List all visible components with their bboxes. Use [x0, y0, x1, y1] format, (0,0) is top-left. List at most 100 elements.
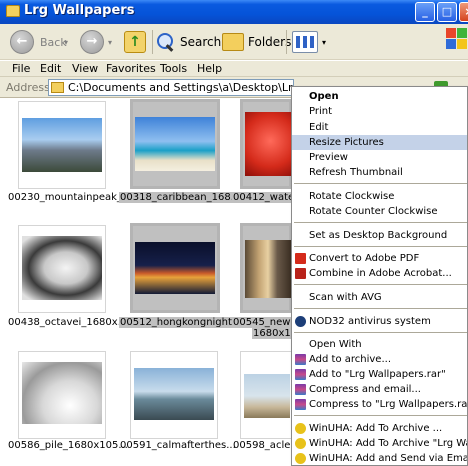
winrar-icon	[295, 354, 306, 365]
folders-button[interactable]: Folders	[222, 28, 291, 56]
menu-item-label: Compress to "Lrg Wallpapers.rar" and ema…	[309, 399, 468, 410]
thumbnail-hongkongnight[interactable]	[130, 223, 220, 313]
abstract-image	[22, 236, 102, 300]
back-button[interactable]: ← Back	[10, 28, 67, 56]
menu-item-label: Combine in Adobe Acrobat...	[309, 268, 452, 279]
menu-item-edit[interactable]: Edit	[292, 120, 467, 135]
search-icon	[156, 32, 176, 52]
menu-item-combine-acrobat[interactable]: Combine in Adobe Acrobat...	[292, 266, 467, 281]
thumbnail-water[interactable]	[240, 99, 292, 189]
views-dropdown-icon[interactable]: ▾	[322, 38, 326, 47]
menu-item-add-to-archive[interactable]: Add to archive...	[292, 352, 467, 367]
menu-bar: File Edit View Favorites Tools Help	[0, 61, 468, 77]
menu-tools[interactable]: Tools	[160, 62, 187, 75]
search-label: Search	[180, 35, 222, 49]
menu-item-refresh-thumbnail[interactable]: Refresh Thumbnail	[292, 165, 467, 180]
nod32-icon	[295, 316, 306, 327]
menu-item-label: WinUHA: Add and Send via Email ...	[309, 453, 467, 464]
menu-item-label: Open With	[309, 339, 362, 350]
menu-file[interactable]: File	[12, 62, 30, 75]
forward-arrow-icon: →	[80, 30, 104, 54]
menu-item-winuha-add-named[interactable]: WinUHA: Add To Archive "Lrg Wallpapers.u…	[292, 436, 467, 451]
mountain-image	[22, 118, 102, 172]
folder-icon	[6, 5, 20, 17]
menu-item-print[interactable]: Print	[292, 104, 467, 119]
menu-view[interactable]: View	[72, 62, 98, 75]
forward-dropdown-icon[interactable]: ▾	[108, 38, 112, 47]
thumbnail-octavei[interactable]	[18, 225, 106, 313]
thumbnail-pile[interactable]	[18, 351, 106, 439]
search-button[interactable]: Search	[156, 28, 221, 56]
menu-item-preview[interactable]: Preview	[292, 150, 467, 165]
winuha-icon	[295, 438, 306, 449]
menu-item-label: Scan with AVG	[309, 292, 382, 303]
menu-item-label: Add to "Lrg Wallpapers.rar"	[309, 369, 446, 380]
winrar-icon	[295, 399, 306, 410]
close-button[interactable]: ×	[459, 2, 468, 22]
minimize-button[interactable]: _	[415, 2, 435, 22]
address-input[interactable]: C:\Documents and Settings\a\Desktop\Lrg …	[48, 79, 294, 96]
thumbnail-calmafterthestorm[interactable]	[130, 351, 218, 439]
menu-item-winuha-add[interactable]: WinUHA: Add To Archive ...	[292, 421, 467, 436]
menu-item-add-to-rar[interactable]: Add to "Lrg Wallpapers.rar"	[292, 367, 467, 382]
toolbar-divider	[152, 30, 153, 54]
menu-item-label: Print	[309, 106, 333, 117]
folders-icon	[222, 33, 244, 51]
menu-item-set-desktop-background[interactable]: Set as Desktop Background	[292, 228, 467, 243]
views-button[interactable]	[292, 28, 318, 56]
menu-item-open-with[interactable]: Open With	[292, 337, 467, 352]
menu-item-label: Rotate Counter Clockwise	[309, 206, 438, 217]
menu-item-winuha-email[interactable]: WinUHA: Add and Send via Email ...	[292, 451, 467, 465]
toolbar: ← Back ▾ → ▾ ↑ Search Folders ▾	[0, 24, 468, 60]
menu-item-convert-to-pdf[interactable]: Convert to Adobe PDF	[292, 251, 467, 266]
thumbnail-newyork[interactable]	[240, 223, 292, 313]
up-folder-icon: ↑	[124, 31, 146, 53]
menu-item-nod32[interactable]: NOD32 antivirus system	[292, 314, 467, 329]
file-caption[interactable]: 00591_calmafterthes...	[119, 440, 237, 451]
menu-item-label: Convert to Adobe PDF	[309, 253, 420, 264]
winrar-icon	[295, 369, 306, 380]
menu-favorites[interactable]: Favorites	[106, 62, 156, 75]
back-dropdown-icon[interactable]: ▾	[64, 38, 68, 47]
menu-item-compress-email[interactable]: Compress and email...	[292, 382, 467, 397]
maximize-button[interactable]: □	[437, 2, 457, 22]
file-caption[interactable]: 00412_water	[232, 192, 291, 203]
menu-item-label: Preview	[309, 152, 348, 163]
adobe-pdf-icon	[295, 253, 306, 264]
shore-image	[244, 374, 290, 418]
window-title: Lrg Wallpapers	[24, 3, 135, 18]
file-caption-second-line[interactable]: 1680x10	[252, 328, 291, 339]
menu-separator	[294, 332, 467, 333]
abstract-image	[22, 362, 102, 424]
menu-item-rotate-clockwise[interactable]: Rotate Clockwise	[292, 189, 467, 204]
menu-help[interactable]: Help	[197, 62, 222, 75]
file-caption[interactable]: 00230_mountainpeak_...	[7, 192, 132, 203]
file-caption[interactable]: 00512_hongkongnight...	[119, 317, 243, 328]
file-caption[interactable]: 00545_newyo	[232, 317, 291, 328]
address-label: Address	[6, 81, 50, 94]
menu-separator	[294, 415, 467, 416]
folders-label: Folders	[248, 35, 292, 49]
winrar-icon	[295, 384, 306, 395]
file-caption[interactable]: 00438_octavei_1680x...	[7, 317, 128, 328]
forward-button[interactable]: →	[80, 28, 104, 56]
file-caption[interactable]: 00586_pile_1680x105...	[7, 440, 129, 451]
menu-item-rotate-counter-clockwise[interactable]: Rotate Counter Clockwise	[292, 204, 467, 219]
menu-edit[interactable]: Edit	[40, 62, 61, 75]
menu-item-resize-pictures[interactable]: Resize Pictures	[292, 135, 467, 150]
seascape-image	[134, 368, 214, 420]
menu-item-open[interactable]: Open	[292, 89, 467, 104]
up-folder-button[interactable]: ↑	[124, 28, 146, 56]
thumbnail-caribbean[interactable]	[130, 99, 220, 189]
menu-separator	[294, 246, 467, 247]
menu-item-scan-avg[interactable]: Scan with AVG	[292, 290, 467, 305]
file-caption[interactable]: 00598_aclea	[232, 440, 291, 451]
menu-separator	[294, 308, 467, 309]
menu-item-compress-to-rar-email[interactable]: Compress to "Lrg Wallpapers.rar" and ema…	[292, 397, 468, 412]
back-label: Back	[40, 35, 67, 49]
views-icon	[292, 31, 318, 53]
thumbnail-mountainpeak[interactable]	[18, 101, 106, 189]
file-caption[interactable]: 00318_caribbean_168...	[119, 192, 242, 203]
adobe-acrobat-icon	[295, 268, 306, 279]
thumbnail-aclear[interactable]	[240, 351, 292, 439]
